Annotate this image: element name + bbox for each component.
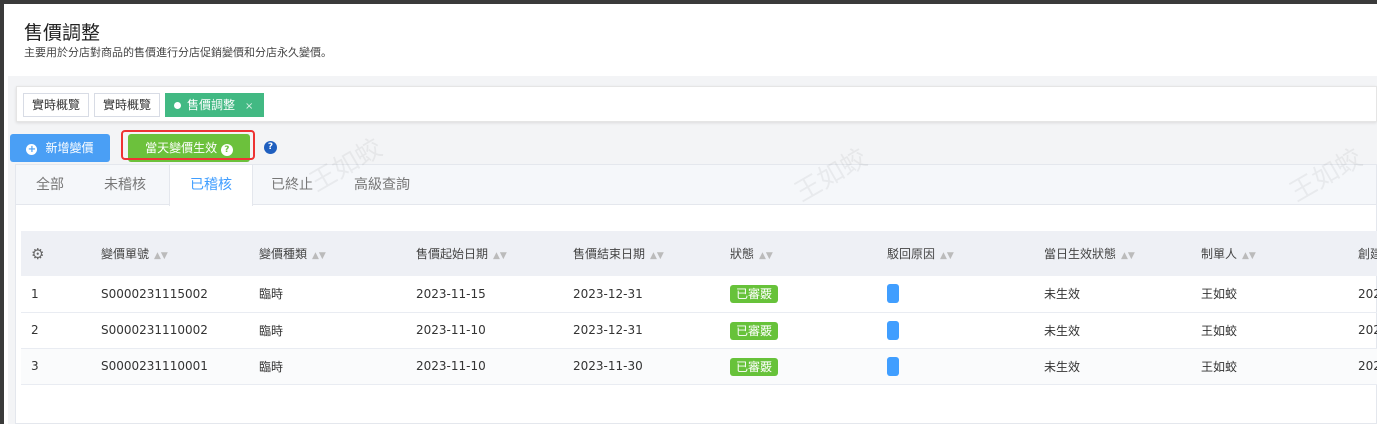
table-cell: 已審覈 — [720, 348, 877, 385]
tab-all[interactable]: 全部 — [16, 165, 84, 205]
table-cell: 2023 — [1348, 348, 1377, 385]
col-header[interactable]: 當日生效狀態 ▲▼ — [1034, 231, 1191, 276]
table-cell — [877, 348, 1034, 385]
page-tab-realtime-2[interactable]: 實時概覽 — [94, 93, 161, 117]
page-tab-label: 實時概覽 — [103, 98, 152, 112]
table-cell: 未生效 — [1034, 348, 1191, 385]
tab-audited[interactable]: 已稽核 — [169, 165, 253, 206]
col-header[interactable]: 狀態 ▲▼ — [720, 231, 877, 276]
table-row[interactable]: 1 S0000231115002 臨時 2023-11-15 2023-12-31 已審覈… — [21, 276, 1377, 313]
table-cell: S0000231115002 — [91, 276, 249, 313]
page-subtitle: 主要用於分店對商品的售價進行分店促銷變價和分店永久變價。 — [24, 46, 332, 59]
help-icon[interactable]: ? — [264, 141, 277, 154]
page-tab-label: 售價調整 — [187, 98, 236, 112]
table-cell: 2 — [21, 312, 91, 349]
active-dot-icon — [174, 102, 181, 109]
column-settings-icon[interactable]: ⚙ — [21, 231, 91, 276]
close-icon[interactable]: × — [245, 101, 253, 112]
table-cell: 王如蛟 — [1191, 312, 1348, 349]
status-badge: 已審覈 — [730, 285, 779, 304]
table-cell: 臨時 — [249, 276, 406, 313]
col-header[interactable]: 駁回原因 ▲▼ — [877, 231, 1034, 276]
page-tab-label: 實時概覽 — [32, 98, 81, 112]
col-header[interactable]: 變價單號 ▲▼ — [91, 231, 249, 276]
table-cell: 已審覈 — [720, 312, 877, 349]
price-change-table: ⚙ 變價單號 ▲▼ 變價種類 ▲▼ 售價起始日期 ▲▼ 售價結束日期 ▲▼ 狀態 ▲▼ 駁… — [21, 231, 1377, 385]
table-row[interactable]: 2 S0000231110002 臨時 2023-11-10 2023-12-31 已審覈… — [21, 312, 1377, 349]
table-header: ⚙ 變價單號 ▲▼ 變價種類 ▲▼ 售價起始日期 ▲▼ 售價結束日期 ▲▼ 狀態 ▲▼ 駁… — [21, 231, 1377, 276]
table-cell — [877, 276, 1034, 313]
table-cell: 已審覈 — [720, 276, 877, 313]
table-row[interactable]: 3 S0000231110001 臨時 2023-11-10 2023-11-30 已審覈… — [21, 348, 1377, 385]
table-cell: 2023-11-15 — [406, 276, 563, 313]
col-header[interactable]: 變價種類 ▲▼ — [249, 231, 406, 276]
table-cell: 王如蛟 — [1191, 276, 1348, 313]
table-cell: 未生效 — [1034, 276, 1191, 313]
status-badge: 已審覈 — [730, 357, 779, 376]
table-cell: 2023-11-10 — [406, 348, 563, 385]
col-header[interactable]: 售價結束日期 ▲▼ — [563, 231, 720, 276]
page-title: 售價調整 — [24, 22, 101, 44]
status-tabs: 全部 未稽核 已稽核 已終止 高級查詢 — [16, 165, 1376, 206]
table-cell: 臨時 — [249, 348, 406, 385]
table-cell: 未生效 — [1034, 312, 1191, 349]
table-cell: 2023 — [1348, 312, 1377, 349]
table-cell: 3 — [21, 348, 91, 385]
list-card: 全部 未稽核 已稽核 已終止 高級查詢 王如蛟 王如蛟 王如蛟 ⚙ 變價單號 ▲▼… — [15, 133, 1377, 424]
col-header[interactable]: 售價起始日期 ▲▼ — [406, 231, 563, 276]
table-cell: S0000231110002 — [91, 312, 249, 349]
table-cell — [877, 312, 1034, 349]
reject-reason-bar[interactable] — [887, 284, 899, 304]
col-header[interactable]: 制單人 ▲▼ — [1191, 231, 1348, 276]
page-tab-price-adjust[interactable]: 售價調整 × — [165, 93, 264, 117]
reject-reason-bar[interactable] — [887, 356, 899, 376]
status-badge: 已審覈 — [730, 321, 779, 340]
table-cell: 臨時 — [249, 312, 406, 349]
table-cell: 2023-12-31 — [563, 312, 720, 349]
table-cell: 2023-11-30 — [563, 348, 720, 385]
page: 售價調整 主要用於分店對商品的售價進行分店促銷變價和分店永久變價。 實時概覽 實… — [4, 4, 1377, 424]
page-tabs-bar: 實時概覽 實時概覽 售價調整 × — [16, 86, 1377, 122]
table-cell: S0000231110001 — [91, 348, 249, 385]
button-label: 新增變價 — [45, 141, 94, 155]
reject-reason-bar[interactable] — [887, 320, 899, 340]
col-header[interactable]: 創建 — [1348, 231, 1377, 276]
plus-circle-icon: + — [26, 144, 38, 155]
page-header: 售價調整 主要用於分店對商品的售價進行分店促銷變價和分店永久變價。 — [4, 4, 1377, 76]
add-price-change-button[interactable]: + 新增變價 — [10, 134, 110, 162]
table-cell: 2023-12-31 — [563, 276, 720, 313]
content-area: 實時概覽 實時概覽 售價調整 × + 新增變價 當天變價生效 ? ? 全部 未稽核 … — [8, 76, 1377, 424]
table-cell: 2023-11-10 — [406, 312, 563, 349]
page-tab-realtime-1[interactable]: 實時概覽 — [23, 93, 90, 117]
table-cell: 王如蛟 — [1191, 348, 1348, 385]
tab-unaudited[interactable]: 未稽核 — [84, 165, 166, 205]
table-cell: 1 — [21, 276, 91, 313]
highlight-box — [121, 130, 255, 160]
table-cell: 2023 — [1348, 276, 1377, 313]
